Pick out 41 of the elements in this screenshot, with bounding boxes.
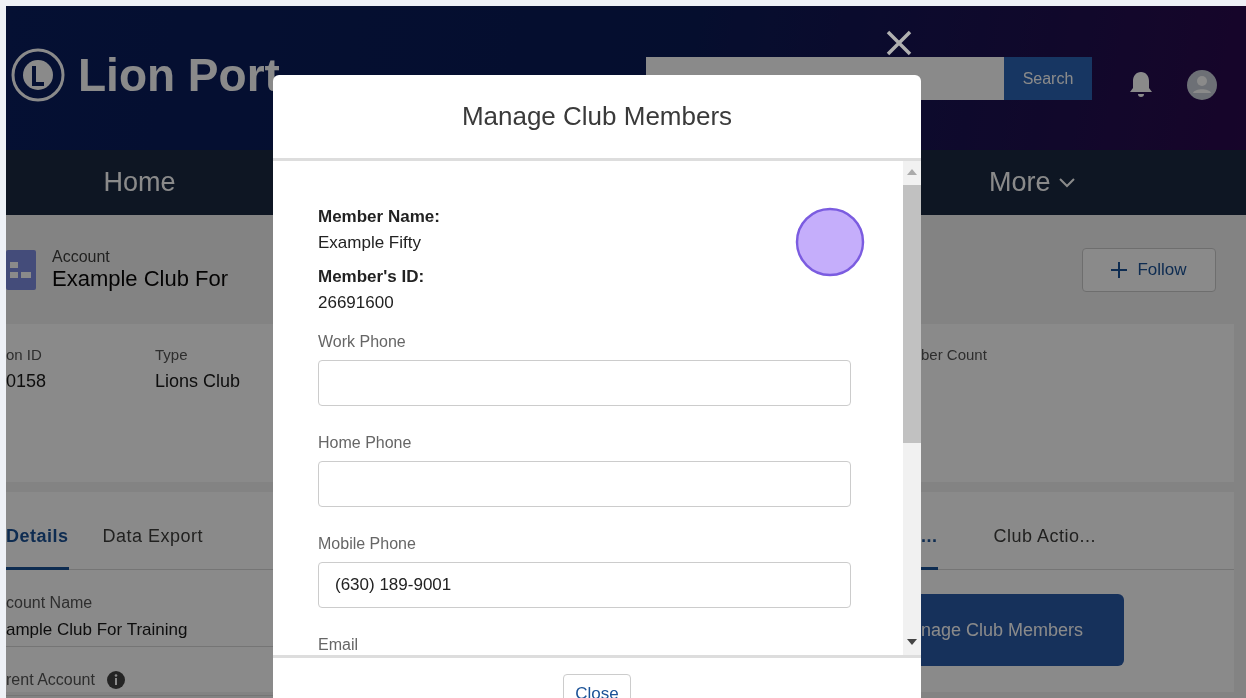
portal-logo-text: Lion Port bbox=[78, 48, 280, 102]
manage-members-button[interactable]: nage Club Members bbox=[921, 594, 1124, 666]
follow-button[interactable]: Follow bbox=[1082, 247, 1216, 292]
field-label: rent Account bbox=[6, 671, 95, 689]
input-field[interactable] bbox=[318, 461, 851, 507]
field-label: on ID bbox=[6, 346, 43, 363]
highlight-circle-icon bbox=[795, 207, 865, 277]
lion-emblem-logo bbox=[10, 47, 66, 103]
field-label: ber Count bbox=[921, 346, 988, 363]
field-value: 0158 bbox=[6, 371, 48, 392]
field-label: Type bbox=[155, 346, 189, 363]
field-label: Email bbox=[318, 636, 359, 654]
field-label: Work Phone bbox=[318, 333, 407, 351]
input-field[interactable] bbox=[318, 360, 851, 406]
field-label: Mobile Phone bbox=[318, 535, 417, 553]
modal-title: Manage Club Members bbox=[461, 101, 733, 132]
member-name: Example Fifty bbox=[318, 233, 422, 253]
scroll-down-arrow-icon[interactable] bbox=[907, 639, 917, 645]
nav-item[interactable]: Home bbox=[103, 167, 176, 198]
chevron-down-icon bbox=[1058, 177, 1075, 188]
info-icon bbox=[106, 671, 125, 689]
tab[interactable]: Details bbox=[6, 526, 69, 570]
close-icon[interactable] bbox=[886, 30, 912, 56]
input-field[interactable]: (630) 189-9001 bbox=[318, 562, 851, 608]
field-value: ample Club For Training bbox=[6, 620, 189, 640]
member-id-label: Member's ID: bbox=[318, 267, 426, 287]
bell-icon[interactable] bbox=[1128, 70, 1154, 98]
member-id: 26691600 bbox=[318, 293, 395, 313]
scrollbar[interactable] bbox=[903, 161, 921, 655]
user-avatar-icon[interactable] bbox=[1187, 70, 1217, 100]
member-name-label: Member Name: bbox=[318, 207, 441, 227]
field-value: Lions Club bbox=[155, 371, 241, 392]
tab[interactable]: Data Export bbox=[102, 526, 204, 570]
record-name: Example Club For bbox=[52, 265, 229, 292]
object-type-label: Account bbox=[52, 247, 111, 266]
nav-item[interactable]: More bbox=[989, 167, 1075, 198]
plus-icon bbox=[1111, 261, 1128, 278]
tab[interactable]: Club Actio... bbox=[993, 526, 1097, 570]
field-label: Home Phone bbox=[318, 434, 413, 452]
field-label: count Name bbox=[6, 594, 93, 612]
search-button[interactable]: Search bbox=[1004, 57, 1092, 100]
